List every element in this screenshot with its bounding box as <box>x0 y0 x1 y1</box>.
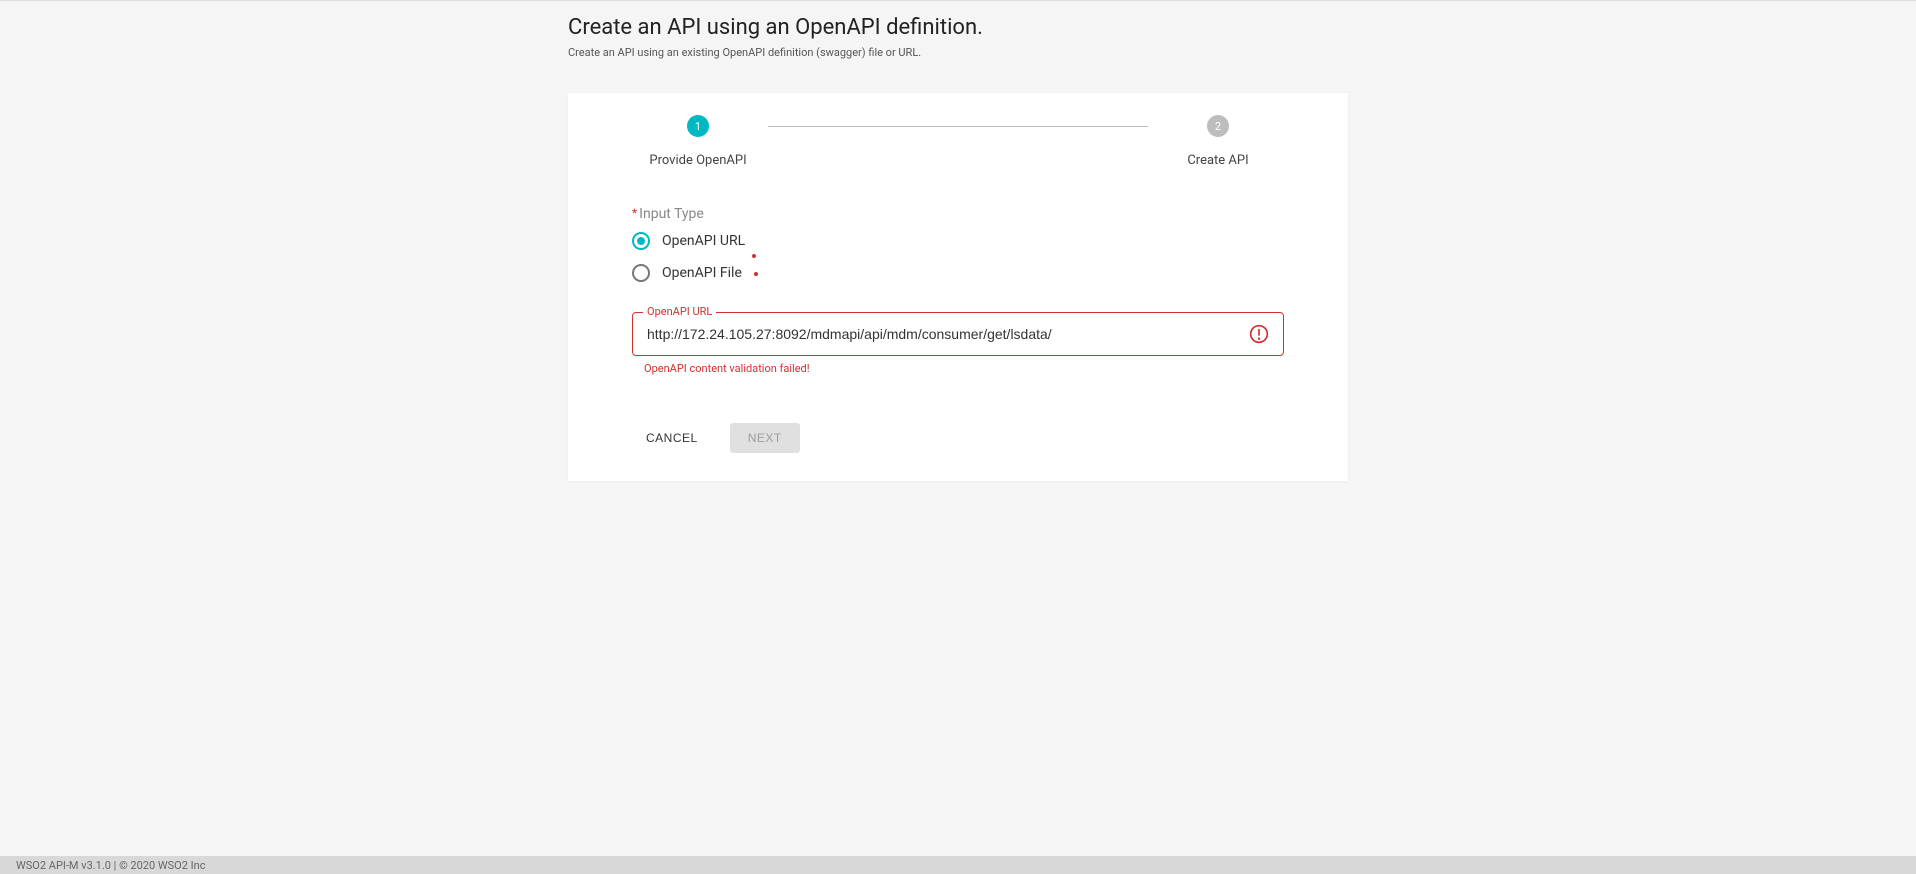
step-circle-1: 1 <box>687 115 709 137</box>
step-number-1: 1 <box>695 120 701 133</box>
openapi-url-input[interactable] <box>633 313 1249 355</box>
step-provide-openapi[interactable]: 1 Provide OpenAPI <box>628 115 768 168</box>
step-create-api: 2 Create API <box>1148 115 1288 168</box>
radio-openapi-file[interactable]: OpenAPI File <box>632 264 1284 282</box>
step-label-2: Create API <box>1187 153 1248 168</box>
radio-button-icon <box>632 264 650 282</box>
step-connector <box>768 126 1148 127</box>
form-card: 1 Provide OpenAPI 2 Create API *Input Ty… <box>568 93 1348 481</box>
openapi-url-legend: OpenAPI URL <box>643 305 716 318</box>
form-area: *Input Type OpenAPI URL OpenAPI File <box>568 206 1348 375</box>
radio-file-label: OpenAPI File <box>662 265 742 281</box>
openapi-url-field-border: OpenAPI URL <box>632 312 1284 356</box>
footer: WSO2 API-M v3.1.0 | © 2020 WSO2 Inc <box>0 856 1916 874</box>
radio-url-label: OpenAPI URL <box>662 233 745 249</box>
radio-button-icon <box>632 232 650 250</box>
step-circle-2: 2 <box>1207 115 1229 137</box>
next-button[interactable]: NEXT <box>730 423 800 453</box>
step-label-1: Provide OpenAPI <box>649 153 746 168</box>
stepper: 1 Provide OpenAPI 2 Create API <box>568 115 1348 192</box>
openapi-url-error-text: OpenAPI content validation failed! <box>644 362 1284 375</box>
openapi-url-field-wrap: OpenAPI URL OpenAPI content validation f… <box>632 312 1284 375</box>
footer-text: WSO2 API-M v3.1.0 | © 2020 WSO2 Inc <box>16 859 206 872</box>
radio-openapi-url[interactable]: OpenAPI URL <box>632 232 1284 250</box>
input-type-label: *Input Type <box>632 206 1284 222</box>
step-number-2: 2 <box>1215 120 1221 133</box>
error-icon <box>1249 324 1269 344</box>
cancel-button[interactable]: CANCEL <box>632 423 712 453</box>
button-row: CANCEL NEXT <box>568 375 1348 453</box>
loading-spinner-icon <box>752 254 768 286</box>
input-type-text: Input Type <box>639 206 704 222</box>
page-header: Create an API using an OpenAPI definitio… <box>568 1 1348 65</box>
page-subtitle: Create an API using an existing OpenAPI … <box>568 46 1348 59</box>
required-asterisk: * <box>632 206 637 220</box>
page-title: Create an API using an OpenAPI definitio… <box>568 15 1348 40</box>
